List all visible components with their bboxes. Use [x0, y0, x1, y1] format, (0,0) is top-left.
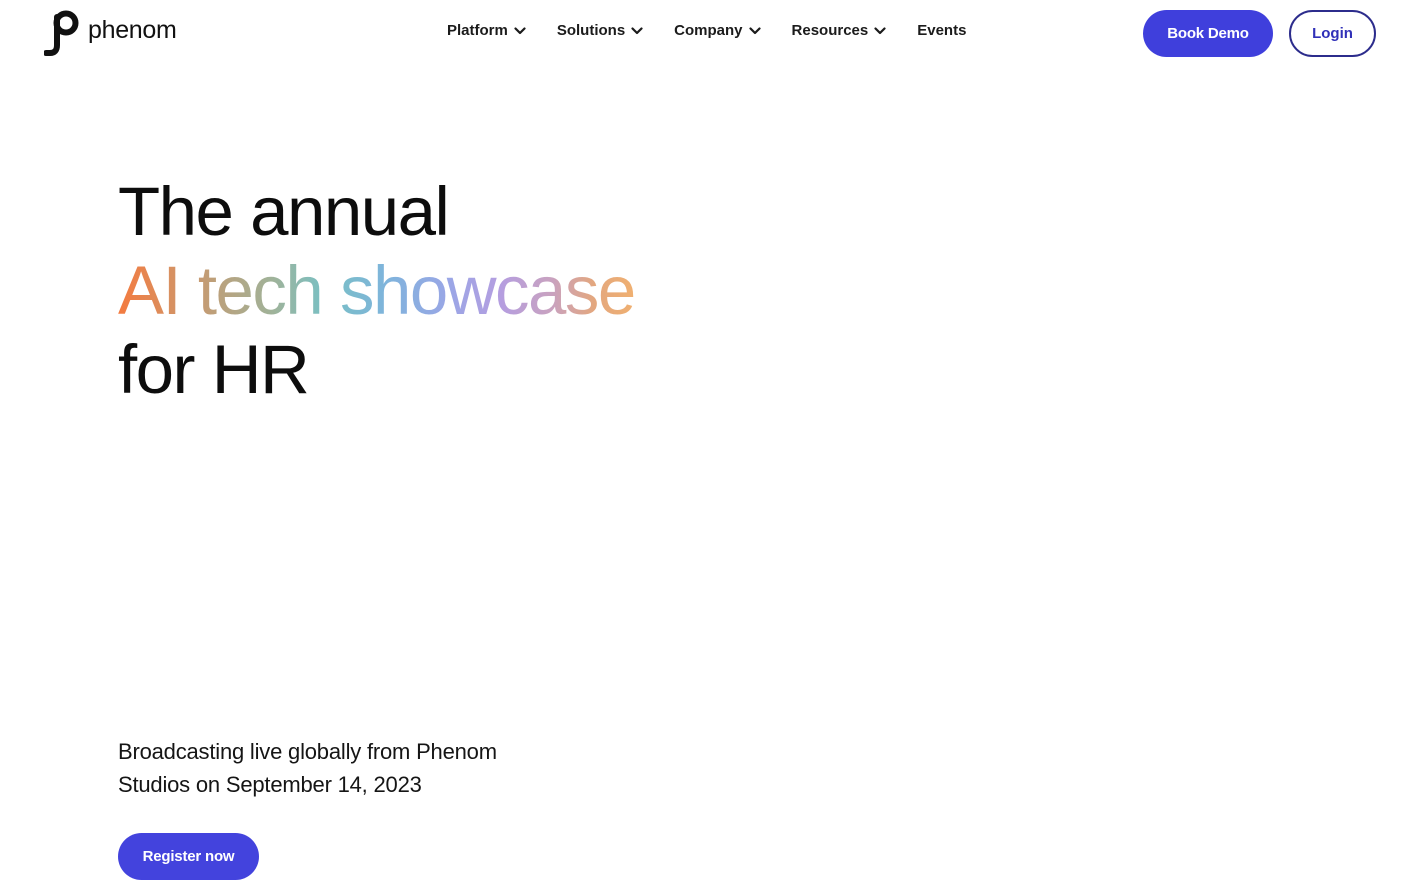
nav-label: Platform	[447, 22, 508, 39]
hero-title-line-1: The annual	[118, 173, 450, 250]
nav-item-solutions[interactable]: Solutions	[557, 22, 643, 39]
nav-label: Resources	[791, 22, 869, 39]
logo-wordmark: phenom	[88, 15, 177, 44]
hero-title-line-2: AI tech showcase	[118, 251, 635, 330]
hero-subtitle: Broadcasting live globally from Phenom S…	[118, 735, 548, 801]
chevron-down-icon	[514, 26, 526, 34]
nav-item-platform[interactable]: Platform	[447, 22, 526, 39]
nav-item-events[interactable]: Events	[917, 22, 966, 39]
hero-subtitle-line-1: Broadcasting live globally from Phenom	[118, 739, 497, 764]
hero-title: The annual AI tech showcase for HR	[118, 172, 635, 409]
nav-item-company[interactable]: Company	[674, 22, 761, 39]
page: phenom Platform Solutions Company Resour…	[0, 0, 1428, 884]
login-button[interactable]: Login	[1289, 10, 1376, 57]
chevron-down-icon	[748, 26, 761, 34]
main-nav: Platform Solutions Company Resources Eve…	[447, 22, 966, 39]
chevron-down-icon	[874, 26, 886, 34]
phenom-logo[interactable]: phenom	[44, 9, 177, 57]
nav-item-resources[interactable]: Resources	[792, 22, 887, 39]
register-now-button[interactable]: Register now	[118, 833, 259, 880]
hero-subtitle-line-2: Studios on September 14, 2023	[118, 772, 422, 797]
nav-label: Solutions	[556, 22, 626, 39]
hero-title-tech: tech	[197, 252, 323, 329]
book-demo-button[interactable]: Book Demo	[1143, 10, 1273, 57]
hero-title-line-3: for HR	[118, 331, 310, 408]
hero-title-showcase: showcase	[339, 252, 635, 329]
phenom-logo-icon	[44, 10, 79, 56]
nav-label: Events	[917, 22, 967, 39]
chevron-down-icon	[631, 26, 643, 34]
nav-label: Company	[674, 22, 743, 39]
hero-title-ai: AI	[118, 252, 181, 329]
